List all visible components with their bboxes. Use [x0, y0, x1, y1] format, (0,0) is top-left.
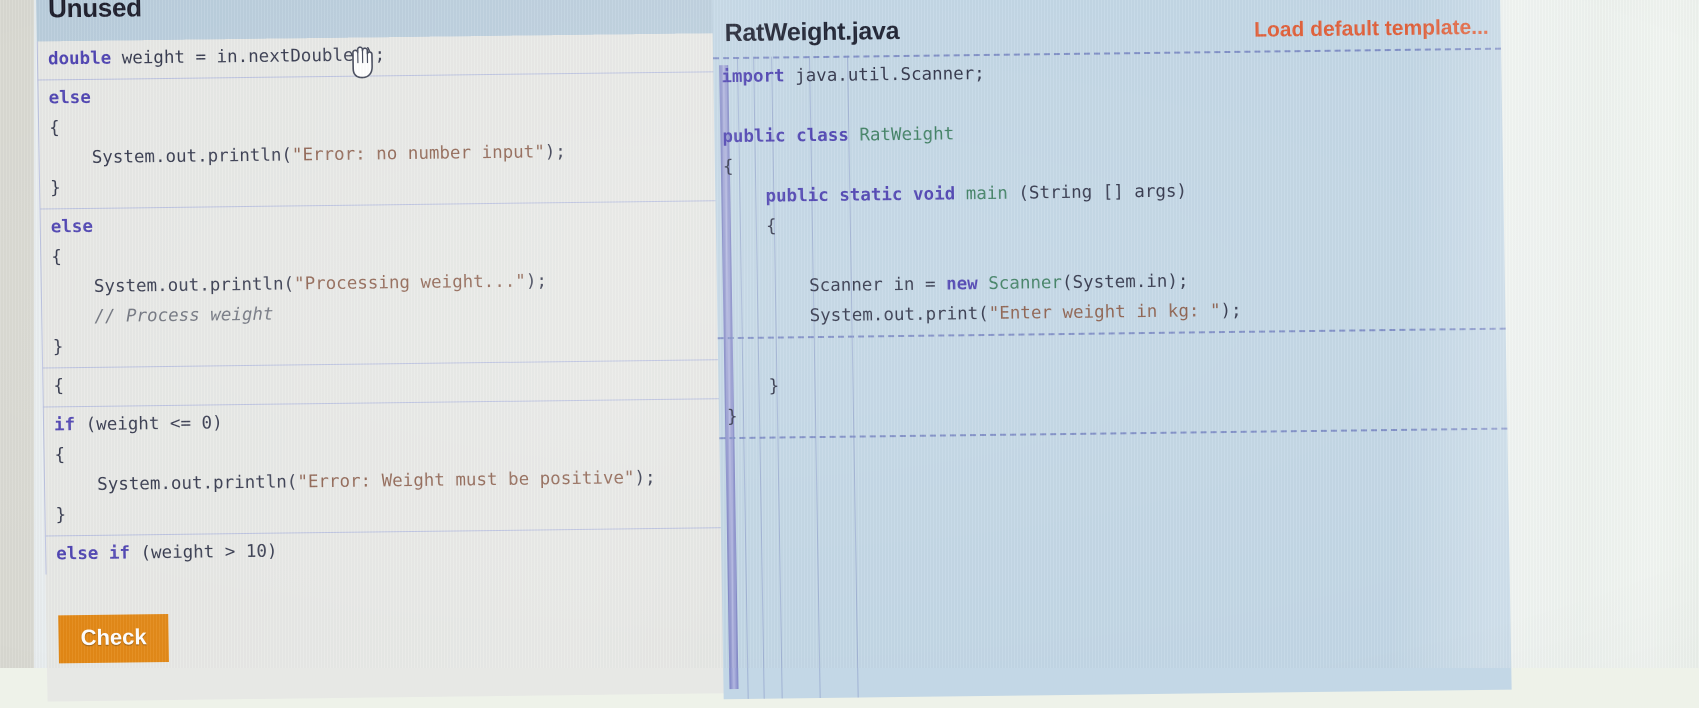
code-line: double weight = in.nextDouble(); — [38, 36, 741, 75]
code-token: 0 — [201, 413, 213, 434]
code-token: main — [965, 183, 1009, 205]
unused-block-list[interactable]: double weight = in.nextDouble(); else { Sy… — [36, 32, 752, 702]
code-token: (String [] args) — [1007, 181, 1188, 204]
code-token: else — [56, 543, 99, 565]
code-token: System.out.println( — [51, 274, 295, 298]
code-token: "Enter weight in kg: " — [988, 301, 1221, 324]
code-token: if — [108, 543, 131, 564]
unused-code-block[interactable]: else if (weight > 10) — [44, 526, 750, 575]
code-token: 10 — [245, 541, 268, 563]
code-line: { — [43, 363, 746, 402]
solution-panel: RatWeight.java Load default template... … — [712, 0, 1512, 700]
check-button[interactable]: Check — [58, 613, 170, 664]
code-token: System.out.println( — [54, 472, 298, 496]
code-token: weight = — [111, 47, 217, 69]
code-token: else — [48, 87, 91, 109]
code-token: { — [54, 445, 66, 466]
code-token: (weight > — [129, 542, 247, 564]
code-token: { — [53, 376, 65, 397]
code-token: else — [50, 216, 94, 238]
solution-code-block[interactable]: }} — [717, 327, 1508, 438]
code-token: static — [839, 184, 903, 206]
code-token: void — [912, 184, 956, 205]
code-token: java.util.Scanner; — [784, 63, 985, 87]
solution-code-block[interactable] — [719, 427, 1509, 508]
code-token: ); — [634, 468, 656, 489]
code-token: // Process weight — [52, 304, 274, 328]
code-token: ); — [544, 142, 567, 163]
parsons-problem-app: Unused double weight = in.nextDouble(); e… — [0, 0, 1572, 702]
code-token: public — [765, 185, 829, 207]
unused-blocks-panel: Unused double weight = in.nextDouble(); e… — [35, 0, 1458, 702]
code-line: else if (weight > 10) — [46, 531, 749, 570]
code-token: ) — [211, 413, 223, 434]
code-token: ) — [266, 541, 278, 562]
code-token: } — [52, 337, 64, 358]
code-token: (weight <= — [74, 413, 202, 436]
code-token: { — [51, 247, 62, 268]
solution-block-list[interactable]: import java.util.Scanner; public class R… — [713, 47, 1512, 700]
code-token: } — [726, 407, 738, 428]
code-token: new — [945, 274, 978, 295]
page-title: Unused — [47, 0, 142, 24]
code-token: System.out.print( — [725, 303, 989, 328]
code-token: RatWeight — [859, 124, 955, 146]
code-token: "Processing weight..." — [293, 271, 527, 295]
code-token: double — [47, 48, 112, 70]
unused-code-block[interactable]: else { System.out.println("Error: no numb… — [37, 70, 744, 209]
code-token: { — [723, 216, 777, 238]
unused-code-block[interactable]: else { System.out.println("Processing wei… — [39, 199, 747, 368]
code-token: } — [55, 505, 67, 526]
code-token: Scanner in = — [724, 274, 947, 298]
code-token: System.out.println( — [49, 145, 293, 169]
code-token: Scanner — [988, 273, 1063, 294]
code-token: "Error: no number input" — [291, 142, 545, 166]
code-token: } — [49, 178, 61, 199]
code-token: { — [48, 118, 60, 139]
code-token: in.nextDouble(); — [216, 45, 386, 68]
unused-code-block[interactable]: if (weight <= 0) { System.out.println("Er… — [42, 397, 749, 536]
code-token: } — [726, 376, 780, 398]
load-default-template-link[interactable]: Load default template... — [1254, 16, 1489, 43]
code-token: class — [795, 125, 849, 147]
code-token: ); — [525, 271, 548, 292]
solution-file-name: RatWeight.java — [724, 17, 900, 48]
code-token: if — [53, 415, 76, 436]
code-token: import — [721, 66, 785, 88]
solution-code-block[interactable]: import java.util.Scanner; public class R… — [713, 47, 1506, 338]
code-token: ); — [1220, 300, 1242, 322]
code-token: (System.in); — [1061, 271, 1189, 294]
code-token: { — [722, 157, 734, 178]
code-token: "Error: Weight must be positive" — [297, 468, 635, 493]
code-token: public — [722, 126, 786, 148]
